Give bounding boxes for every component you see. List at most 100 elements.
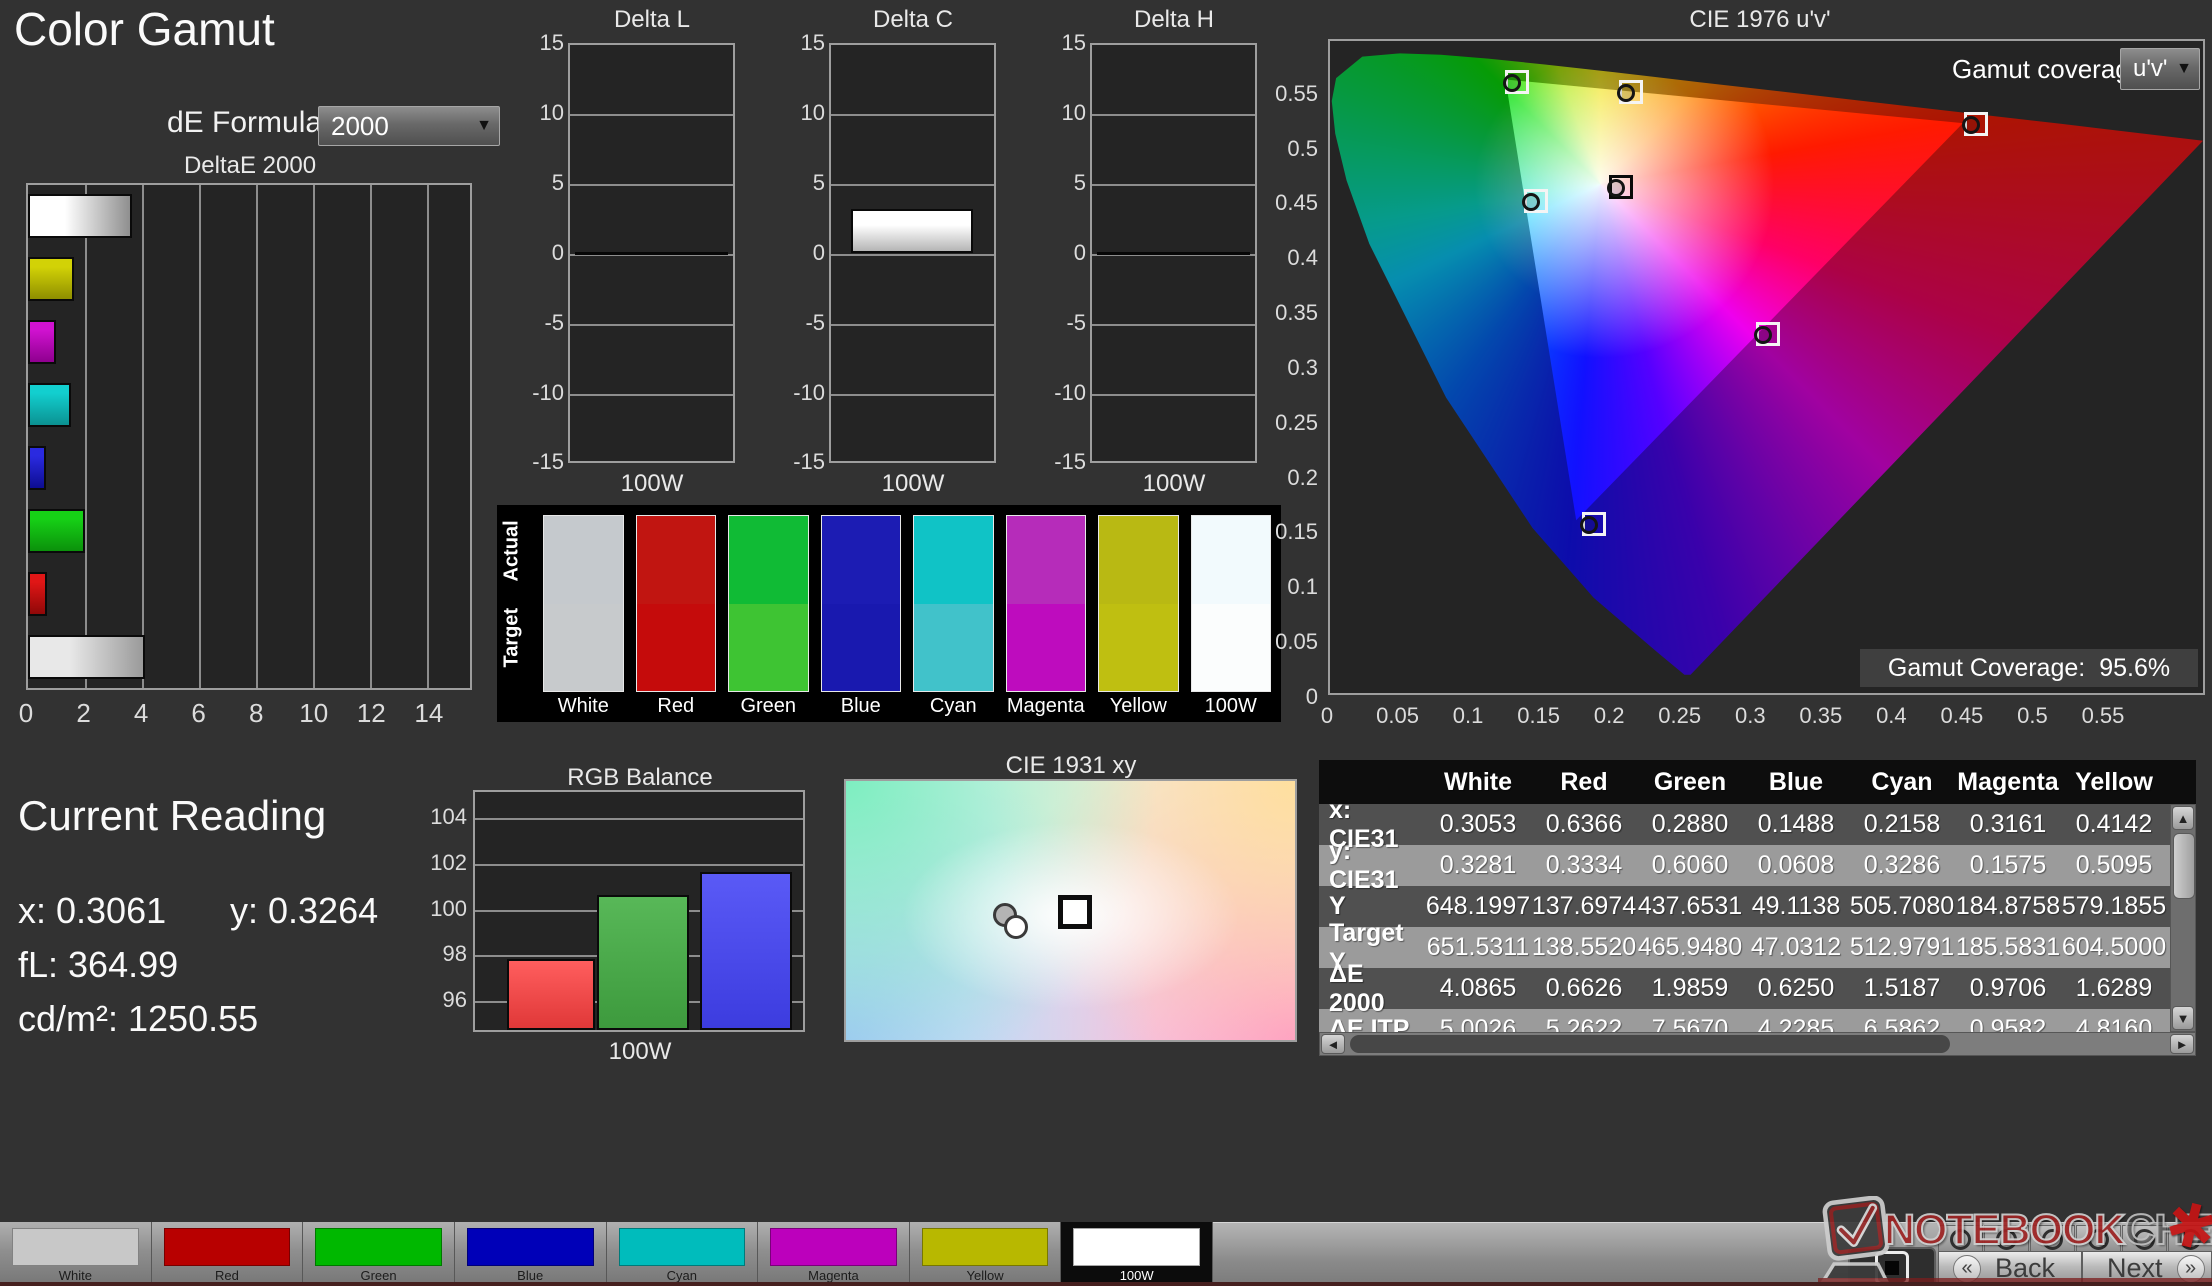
tab-blue[interactable]: Blue (454, 1222, 607, 1286)
tab-swatch (466, 1228, 594, 1266)
tab-100w[interactable]: 100W (1061, 1222, 1213, 1286)
next-button-label: Next (2107, 1253, 2163, 1283)
scroll-right-button[interactable]: ► (2170, 1034, 2194, 1054)
deltae-x-tick: 6 (191, 698, 206, 728)
table-cell: 0.0608 (1757, 851, 1835, 879)
deltae-bar-magenta (28, 320, 56, 365)
table-cell: 138.5520 (1531, 933, 1637, 961)
chevron-down-icon: ▼ (476, 117, 492, 134)
cie1931-target-square (1058, 895, 1092, 929)
deltae-x-tick: 14 (414, 698, 444, 728)
toolbar-mini-button-2[interactable] (1984, 1225, 2029, 1253)
measurement-table-header: White Red Green Blue Cyan Magenta Yellow (1319, 760, 2196, 804)
gamut-coverage-value: 95.6% (2099, 653, 2171, 682)
tab-red[interactable]: Red (151, 1222, 304, 1286)
swatch-actual (1006, 516, 1085, 604)
table-cell: 604.5000 (2061, 933, 2167, 961)
tab-swatch (163, 1228, 291, 1266)
cie1976-marker-yellow (1617, 79, 1644, 104)
table-cell: 4.8160 (2075, 1015, 2153, 1032)
delta-chart-delta-l: Delta L 15 10 5 0 -5 -10 -15 100W (528, 0, 738, 500)
swatch-actual (1099, 516, 1178, 604)
swatch-label: Red (657, 695, 695, 717)
toolbar-mini-button-1[interactable] (1938, 1225, 1983, 1253)
tab-label: Green (360, 1268, 397, 1283)
table-row-6: ΔE ITP 5.0026 5.2622 7.5670 4.2285 6.5862 0.95… (1319, 1009, 2170, 1032)
scroll-left-button[interactable]: ◄ (1321, 1034, 1345, 1054)
swatch-actual (729, 516, 808, 604)
next-button[interactable]: Next » (2082, 1251, 2212, 1286)
delta-y-tick: -5 (544, 309, 564, 335)
swatch-label: White (557, 695, 609, 717)
delta-y-tick: 10 (800, 99, 825, 125)
toolbar-mini-button-3[interactable] (2030, 1225, 2075, 1253)
tab-green[interactable]: Green (303, 1222, 455, 1286)
table-cell: 1.9859 (1651, 974, 1729, 1002)
table-cell: 4.0865 (1439, 974, 1517, 1002)
deltae-x-axis: 0 2 4 6 8 10 12 14 (19, 698, 472, 728)
table-cell: 0.6366 (1545, 810, 1623, 838)
scroll-down-button[interactable]: ▼ (2172, 1006, 2194, 1030)
cie1976-y-tick: 0.1 (1287, 574, 1318, 600)
deltae-bar-row-yellow (28, 257, 470, 302)
table-header-Magenta: Magenta (1957, 767, 2059, 796)
gamut-coverage-label: Gamut Coverage: (1887, 653, 2086, 682)
gridline (570, 323, 733, 326)
table-cell: 505.7080 (1849, 892, 1955, 920)
rgb-y-tick: 100 (430, 895, 467, 921)
target-row-label: Target (500, 607, 523, 668)
tab-cyan[interactable]: Cyan (606, 1222, 759, 1286)
table-cell: 579.1855 (2061, 892, 2167, 920)
swatch-label: Cyan (929, 695, 977, 717)
deltae-bar-white (28, 634, 145, 679)
cie1976-y-tick: 0.5 (1287, 135, 1318, 161)
swatch-column-red: Red (635, 515, 716, 718)
tab-yellow[interactable]: Yellow (909, 1222, 1062, 1286)
cie1976-marker-magenta (1754, 321, 1781, 346)
table-cell: 1.5187 (1863, 974, 1941, 1002)
delta-y-tick: 5 (812, 169, 825, 195)
rgb-balance-x-label: 100W (608, 1038, 672, 1065)
delta-chart-title: Delta H (1133, 6, 1215, 33)
scroll-up-button[interactable]: ▲ (2172, 806, 2194, 830)
swatch-columns: White Red Green Blue Cyan Magenta Yellow 100W (543, 515, 1271, 718)
swatch-pair (820, 515, 901, 692)
table-cell: 5.2622 (1545, 1015, 1623, 1032)
back-button[interactable]: « Back (1938, 1251, 2082, 1286)
vertical-scroll-thumb[interactable] (2173, 833, 2195, 899)
toolbar-mini-button-4[interactable] (2076, 1225, 2121, 1253)
tab-label: Blue (517, 1268, 544, 1283)
de-formula-label: dE Formula: (167, 106, 331, 139)
table-cell: 1.6289 (2075, 974, 2153, 1002)
table-header-Blue: Blue (1768, 767, 1824, 796)
tab-white[interactable]: White (0, 1222, 152, 1286)
delta-y-tick: 0 (551, 239, 564, 265)
deltae-bar-red (28, 571, 47, 616)
cie1931-white-point (1004, 915, 1028, 939)
toolbar-mini-button-6[interactable] (2168, 1225, 2212, 1253)
tab-label: White (58, 1268, 92, 1283)
delta-chart-title: Delta L (613, 6, 691, 33)
table-header-White: White (1443, 767, 1513, 796)
table-horizontal-scrollbar[interactable]: ◄ ► (1319, 1032, 2196, 1056)
de-formula-dropdown[interactable]: 2000 ▼ (318, 106, 500, 146)
horizontal-scroll-thumb[interactable] (1350, 1035, 1950, 1053)
cie1976-x-tick: 0.35 (1799, 703, 1843, 728)
deltae-bar-row-red (28, 571, 470, 616)
cie1976-x-tick: 0.05 (1376, 703, 1419, 728)
gamut-coverage-dropdown[interactable]: u'v' ▼ (2120, 48, 2200, 90)
delta-y-tick: 15 (539, 30, 564, 55)
deltae-bars (28, 185, 470, 688)
table-cell: 0.3281 (1439, 851, 1517, 879)
toolbar-mini-button-5[interactable] (2122, 1225, 2167, 1253)
marker-circle (1962, 116, 1981, 135)
tab-magenta[interactable]: Magenta (758, 1222, 910, 1286)
table-vertical-scrollbar[interactable]: ▲ ▼ (2170, 804, 2196, 1032)
cie1976-y-tick: 0.55 (1275, 80, 1318, 106)
stop-button[interactable] (1848, 1247, 1936, 1286)
gridline (570, 393, 733, 396)
cie1976-x-tick: 0.4 (1876, 703, 1907, 728)
next-arrow-icon: » (2176, 1254, 2205, 1283)
deltae-x-tick: 0 (18, 698, 34, 728)
actual-row-label: Actual (500, 520, 523, 582)
